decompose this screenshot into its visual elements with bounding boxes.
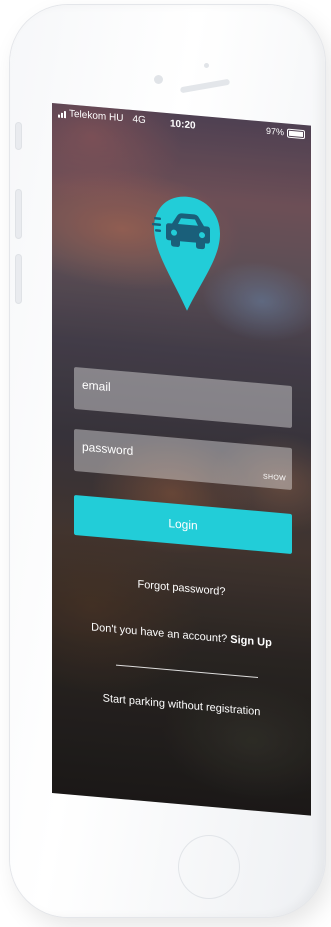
earpiece-speaker: [179, 78, 231, 94]
signal-bars-icon: [58, 109, 66, 118]
carrier-info: Telekom HU 4G: [58, 108, 146, 127]
status-time: 10:20: [170, 118, 196, 132]
battery-icon: [287, 128, 305, 139]
car-location-pin-icon: [152, 196, 220, 311]
network-type: 4G: [132, 114, 146, 127]
mute-switch: [16, 123, 21, 149]
battery-status: 97%: [266, 126, 305, 139]
carrier-name: Telekom HU: [69, 108, 124, 125]
device-mockup: Telekom HU 4G 10:20 97% SHOW: [0, 0, 331, 927]
battery-percent: 97%: [265, 125, 284, 138]
email-input[interactable]: [82, 377, 284, 410]
show-password-toggle[interactable]: SHOW: [263, 473, 286, 482]
proximity-sensor: [204, 63, 209, 68]
home-button[interactable]: [178, 835, 240, 899]
app-screen: Telekom HU 4G 10:20 97% SHOW: [52, 103, 311, 816]
password-input[interactable]: [82, 439, 284, 472]
front-camera: [154, 75, 163, 84]
volume-up-button: [16, 190, 21, 238]
volume-down-button: [16, 255, 21, 303]
